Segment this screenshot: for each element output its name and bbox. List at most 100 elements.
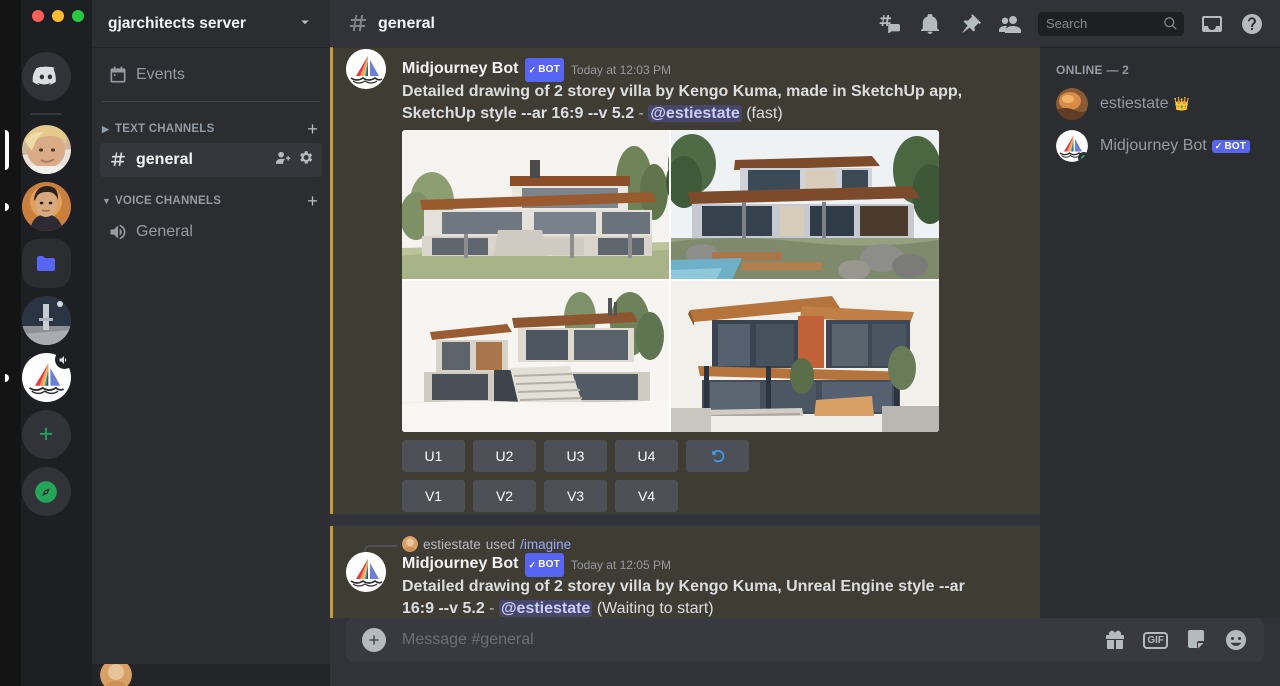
crown-icon: 👑 [1173, 96, 1189, 112]
avatar[interactable] [346, 49, 386, 89]
variation-3-button[interactable]: V3 [544, 480, 607, 512]
chevron-right-icon: ▶ [102, 124, 112, 135]
channel-sidebar: gjarchitects server Events ▶ TEXT CHANNE… [92, 0, 330, 686]
channel-list: Events ▶ TEXT CHANNELS + general [92, 47, 330, 686]
message-group: Midjourney Bot ✓ BOT Today at 12:03 PM D… [330, 47, 1040, 514]
discord-window: + gjarchitects server Events [0, 0, 1280, 686]
server-muted-icon [55, 350, 74, 369]
minimize-window-button[interactable] [52, 10, 64, 22]
server-rail-item-blonde-avatar[interactable] [22, 125, 71, 174]
midjourney-4-grid-image[interactable] [402, 130, 939, 432]
explore-servers-button[interactable] [22, 467, 71, 516]
command-reference[interactable]: estiestate used /imagine [402, 536, 992, 552]
message-input[interactable] [402, 631, 1087, 649]
member-name: Midjourney Bot ✓ BOT [1100, 137, 1250, 155]
notification-bell-icon[interactable] [918, 12, 942, 36]
category-voice-channels[interactable]: ▼ VOICE CHANNELS + [92, 178, 330, 214]
discord-home-icon [22, 52, 71, 101]
gift-icon[interactable] [1103, 628, 1127, 652]
server-avatar-portrait [22, 182, 71, 231]
slash-command-label[interactable]: /imagine [520, 537, 571, 552]
plus-circle-icon[interactable] [362, 628, 386, 652]
server-avatar-night [22, 296, 71, 345]
main-area: general [330, 0, 1280, 686]
command-user[interactable]: estiestate [423, 537, 481, 552]
server-rail-item-night-photo[interactable] [22, 296, 71, 345]
member-row-estiestate[interactable]: estiestate 👑 [1048, 83, 1272, 125]
server-header[interactable]: gjarchitects server [92, 0, 330, 47]
mention-estiestate[interactable]: @estiestate [648, 105, 741, 122]
settings-gear-icon[interactable] [297, 149, 314, 171]
avatar[interactable] [346, 552, 386, 592]
server-rail-item-portrait-avatar[interactable] [22, 182, 71, 231]
command-used-label: used [486, 537, 515, 552]
category-label-voice: VOICE CHANNELS [115, 195, 221, 207]
help-circle-icon[interactable] [1240, 12, 1264, 36]
window-traffic-lights[interactable] [32, 10, 84, 22]
message-content: Detailed drawing of 2 storey villa by Ke… [402, 81, 992, 124]
create-text-channel-button[interactable]: + [307, 120, 318, 138]
message-author[interactable]: Midjourney Bot [402, 553, 518, 575]
sidebar-item-general-text[interactable]: general [100, 143, 322, 177]
hash-icon [346, 12, 370, 36]
message-header: Midjourney Bot ✓ BOT Today at 12:05 PM [402, 552, 992, 576]
variation-1-button[interactable]: V1 [402, 480, 465, 512]
maximize-window-button[interactable] [72, 10, 84, 22]
members-icon[interactable] [998, 12, 1022, 36]
upscale-4-button[interactable]: U4 [615, 440, 678, 472]
upscale-1-button[interactable]: U1 [402, 440, 465, 472]
upscale-2-button[interactable]: U2 [473, 440, 536, 472]
server-rail-item-folder[interactable] [22, 239, 71, 288]
sticker-icon[interactable] [1184, 628, 1208, 652]
upscale-3-button[interactable]: U3 [544, 440, 607, 472]
message-status: (Waiting to start) [597, 600, 714, 617]
compass-icon [22, 467, 71, 516]
message-list: Midjourney Bot ✓ BOT Today at 12:03 PM D… [330, 47, 1040, 618]
message-author[interactable]: Midjourney Bot [402, 58, 518, 80]
plus-icon: + [22, 410, 71, 459]
add-member-icon[interactable] [274, 149, 291, 171]
mention-estiestate[interactable]: @estiestate [499, 600, 592, 617]
bot-check-icon: ✓ [528, 554, 536, 576]
message-content: Detailed drawing of 2 storey villa by Ke… [402, 576, 992, 618]
upscale-button-row: U1 U2 U3 U4 [402, 440, 992, 472]
user-panel[interactable] [92, 664, 330, 686]
calendar-icon [108, 65, 128, 85]
server-name: gjarchitects server [108, 15, 246, 33]
gif-icon[interactable]: GIF [1143, 632, 1168, 649]
message-composer[interactable]: GIF [346, 618, 1264, 662]
avatar [1056, 88, 1088, 120]
server-rail-item-discord-home[interactable] [22, 52, 71, 101]
server-rail-item-midjourney[interactable] [22, 353, 71, 402]
reroll-button[interactable] [686, 440, 749, 472]
inbox-icon[interactable] [1200, 12, 1224, 36]
refresh-icon [709, 447, 727, 465]
server-avatar-blonde [22, 125, 71, 174]
sidebar-divider [102, 101, 320, 102]
rail-separator [30, 113, 62, 115]
message-header: Midjourney Bot ✓ BOT Today at 12:03 PM [402, 57, 992, 81]
bot-badge-label: BOT [1224, 141, 1246, 152]
channel-name-general: general [136, 151, 266, 169]
message-scroller: Midjourney Bot ✓ BOT Today at 12:03 PM D… [330, 47, 1040, 618]
bot-badge: ✓ BOT [525, 58, 563, 82]
sidebar-item-events[interactable]: Events [100, 58, 322, 92]
rail-edge-strip [0, 0, 21, 686]
member-row-midjourney-bot[interactable]: Midjourney Bot ✓ BOT [1048, 125, 1272, 167]
bot-badge-label: BOT [538, 59, 560, 81]
create-voice-channel-button[interactable]: + [307, 192, 318, 210]
message-timestamp: Today at 12:03 PM [571, 59, 671, 81]
add-server-button[interactable]: + [22, 410, 71, 459]
search-input[interactable] [1046, 16, 1163, 31]
pin-icon[interactable] [958, 12, 982, 36]
sidebar-item-general-voice[interactable]: General [100, 215, 322, 249]
variation-2-button[interactable]: V2 [473, 480, 536, 512]
search-box[interactable] [1038, 12, 1184, 36]
threads-icon[interactable] [878, 12, 902, 36]
category-text-channels[interactable]: ▶ TEXT CHANNELS + [92, 106, 330, 142]
bot-check-icon: ✓ [1215, 141, 1223, 152]
variation-4-button[interactable]: V4 [615, 480, 678, 512]
bot-check-icon: ✓ [528, 59, 536, 81]
emoji-icon[interactable] [1224, 628, 1248, 652]
close-window-button[interactable] [32, 10, 44, 22]
